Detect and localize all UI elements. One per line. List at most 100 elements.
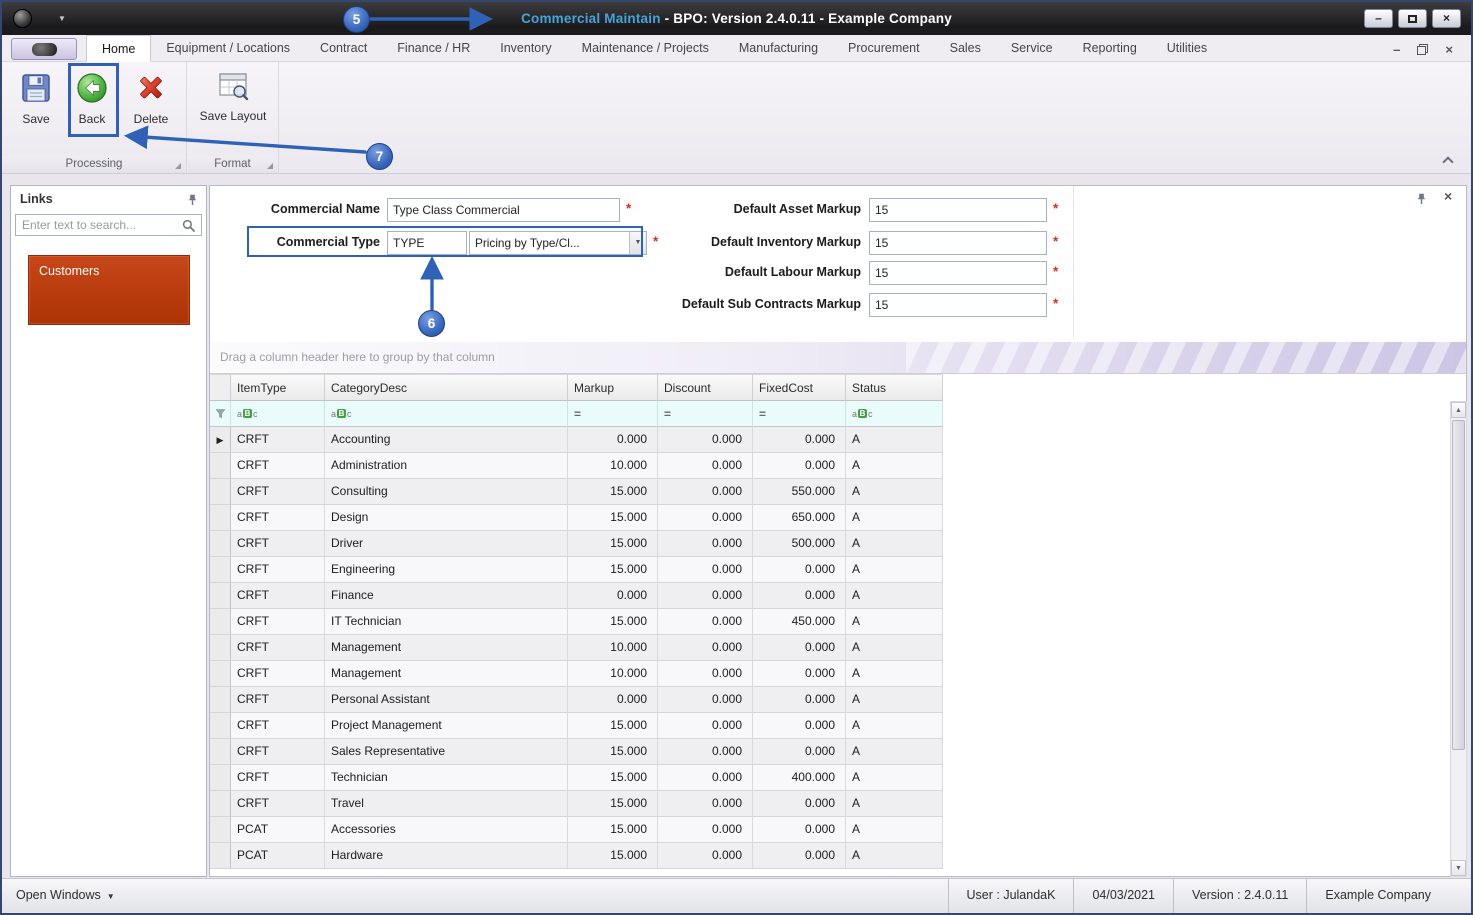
dialog-launcher-icon[interactable] [267,163,273,169]
close-button[interactable]: × [1432,9,1461,28]
cell-categorydesc: Personal Assistant [325,687,568,713]
table-row[interactable]: PCAT Accessories 15.000 0.000 0.000 A [210,817,944,843]
cell-categorydesc: Project Management [325,713,568,739]
delete-button[interactable]: Delete [122,71,180,126]
open-windows-button[interactable]: Open Windows ▼ [16,879,115,913]
table-row[interactable]: CRFT Administration 10.000 0.000 0.000 A [210,453,944,479]
column-header-fixedcost[interactable]: FixedCost [753,374,846,401]
tab-utilities[interactable]: Utilities [1152,35,1222,62]
table-row[interactable]: CRFT Finance 0.000 0.000 0.000 A [210,583,944,609]
cell-categorydesc: IT Technician [325,609,568,635]
table-row[interactable]: CRFT Technician 15.000 0.000 400.000 A [210,765,944,791]
statusbar-right: User : JulandaK 04/03/2021 Version : 2.4… [947,879,1449,913]
cell-status: A [846,687,943,713]
tab-inventory[interactable]: Inventory [485,35,566,62]
cell-fixedcost: 400.000 [753,765,846,791]
cell-fixedcost: 0.000 [753,557,846,583]
tab-service[interactable]: Service [996,35,1068,62]
default-sub-contracts-markup-input[interactable] [869,293,1047,317]
cell-categorydesc: Travel [325,791,568,817]
scroll-thumb[interactable] [1452,420,1465,750]
table-row[interactable]: CRFT Personal Assistant 0.000 0.000 0.000 A [210,687,944,713]
row-indicator [210,609,231,635]
column-header-categorydesc[interactable]: CategoryDesc [325,374,568,401]
filter-cell-itemtype[interactable]: aBc [231,401,325,427]
cell-fixedcost: 0.000 [753,713,846,739]
text-operator-icon: aBc [331,408,352,419]
column-header-itemtype[interactable]: ItemType [231,374,325,401]
annotation-box-commercial-type [247,226,643,257]
tab-sales[interactable]: Sales [935,35,996,62]
tab-finance-hr[interactable]: Finance / HR [382,35,485,62]
tab-home[interactable]: Home [86,35,152,62]
cell-status: A [846,635,943,661]
tab-manufacturing[interactable]: Manufacturing [724,35,833,62]
save-button[interactable]: Save [10,71,62,126]
filter-cell-markup[interactable]: = [568,401,658,427]
collapse-ribbon-icon[interactable] [1443,155,1453,165]
scroll-down-button[interactable]: ▼ [1451,860,1466,876]
maximize-button[interactable] [1398,9,1427,28]
column-header-discount[interactable]: Discount [658,374,753,401]
column-header-status[interactable]: Status [846,374,943,401]
table-row[interactable]: CRFT Sales Representative 15.000 0.000 0.000… [210,739,944,765]
table-row[interactable]: CRFT Driver 15.000 0.000 500.000 A [210,531,944,557]
tab-procurement[interactable]: Procurement [833,35,935,62]
table-row[interactable]: CRFT Design 15.000 0.000 650.000 A [210,505,944,531]
required-asterisk: * [1053,264,1059,279]
save-layout-button[interactable]: Save Layout [191,71,275,123]
table-row[interactable]: CRFT Travel 15.000 0.000 0.000 A [210,791,944,817]
groupby-bar[interactable]: Drag a column header here to group by th… [210,342,1466,374]
panel-pin-icon[interactable] [1416,192,1427,210]
document-close-icon[interactable]: × [1445,42,1453,57]
cell-status: A [846,609,943,635]
dialog-launcher-icon[interactable] [175,163,181,169]
cell-status: A [846,817,943,843]
table-row[interactable]: CRFT Management 10.000 0.000 0.000 A [210,635,944,661]
cell-markup: 15.000 [568,791,658,817]
commercial-name-input[interactable] [387,198,620,222]
cell-itemtype: CRFT [231,661,325,687]
table-row[interactable]: CRFT Project Management 15.000 0.000 0.000 A [210,713,944,739]
document-minimize-icon[interactable]: – [1393,42,1400,57]
links-pin-icon[interactable] [187,193,198,211]
panel-close-icon[interactable]: × [1444,188,1452,204]
application-button[interactable] [11,38,77,60]
cell-discount: 0.000 [658,583,753,609]
filter-cell-fixedcost[interactable]: = [753,401,846,427]
table-row[interactable]: CRFT Engineering 15.000 0.000 0.000 A [210,557,944,583]
tab-reporting[interactable]: Reporting [1068,35,1152,62]
document-restore-icon[interactable] [1417,44,1429,55]
links-item-customers[interactable]: Customers [28,255,190,325]
default-labour-markup-input[interactable] [869,261,1047,285]
minimize-button[interactable]: – [1364,9,1393,28]
cell-itemtype: CRFT [231,427,325,453]
column-header-markup[interactable]: Markup [568,374,658,401]
filter-cell-status[interactable]: aBc [846,401,943,427]
tab-contract[interactable]: Contract [305,35,382,62]
table-row[interactable]: CRFT IT Technician 15.000 0.000 450.000 A [210,609,944,635]
current-row-arrow-icon: ▶ [216,435,224,445]
table-row[interactable]: CRFT Management 10.000 0.000 0.000 A [210,661,944,687]
tab-equipment-locations[interactable]: Equipment / Locations [151,35,305,62]
row-indicator [210,453,231,479]
tab-maintenance-projects[interactable]: Maintenance / Projects [567,35,724,62]
vertical-scrollbar[interactable]: ▲ ▼ [1450,401,1467,877]
default-asset-markup-input[interactable] [869,198,1047,222]
window-title-rest: - BPO: Version 2.4.0.11 - Example Compan… [660,11,952,26]
ribbon-tab-row: Home Equipment / Locations Contract Finance… [2,35,1471,62]
filter-cell-categorydesc[interactable]: aBc [325,401,568,427]
open-windows-label: Open Windows [16,888,101,902]
cell-fixedcost: 0.000 [753,453,846,479]
filter-cell-discount[interactable]: = [658,401,753,427]
table-row[interactable]: CRFT Consulting 15.000 0.000 550.000 A [210,479,944,505]
statusbar: Open Windows ▼ User : JulandaK 04/03/2021… [2,878,1471,913]
default-inventory-markup-input[interactable] [869,231,1047,255]
table-row[interactable]: PCAT Hardware 15.000 0.000 0.000 A [210,843,944,869]
grid-header-row: ItemType CategoryDesc Markup Discount FixedC… [210,374,944,401]
scroll-up-button[interactable]: ▲ [1451,402,1466,418]
links-search-input[interactable] [15,214,202,236]
table-row[interactable]: ▶ CRFT Accounting 0.000 0.000 0.000 A [210,427,944,453]
application-button-icon [32,43,57,56]
cell-itemtype: CRFT [231,687,325,713]
